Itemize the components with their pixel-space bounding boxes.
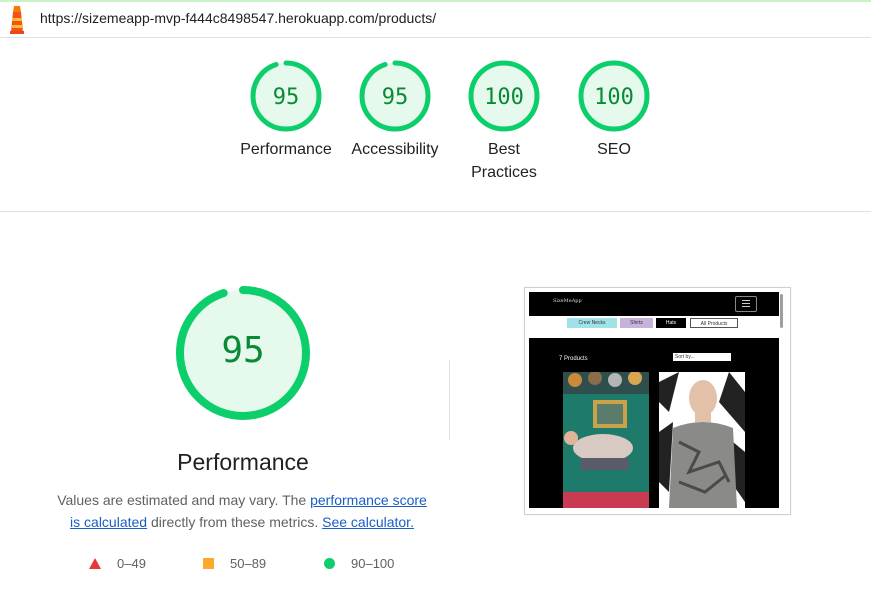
performance-score: 95 xyxy=(221,330,264,371)
hamburger-icon xyxy=(735,296,757,312)
gauge-accessibility[interactable]: 95 Accessibility xyxy=(347,58,443,161)
page-url[interactable]: https://sizemeapp-mvp-f444c8498547.herok… xyxy=(40,10,436,26)
gauge-score: 95 xyxy=(273,85,300,110)
gauge-label: SEO xyxy=(597,141,631,158)
square-icon xyxy=(203,558,214,569)
performance-gauge-large: 95 xyxy=(173,283,313,423)
performance-title: Performance xyxy=(177,449,309,475)
filter-all-products: All Products xyxy=(690,318,738,328)
section-divider xyxy=(0,211,871,212)
screenshot-navbar: SizeMeApp xyxy=(529,292,779,316)
performance-description: Values are estimated and may vary. The p… xyxy=(52,489,432,533)
gauge-performance[interactable]: 95 Performance xyxy=(238,58,334,161)
gauge-seo[interactable]: 100 SEO xyxy=(566,58,662,161)
lighthouse-icon xyxy=(10,6,24,34)
desc-text: directly from these metrics. xyxy=(147,514,323,530)
legend-label: 0–49 xyxy=(117,556,146,571)
legend-fail: 0–49 xyxy=(89,556,146,571)
triangle-icon xyxy=(89,558,101,569)
gauge-label: Performance xyxy=(240,141,332,158)
screenshot-scrollbar xyxy=(780,294,783,328)
gauge-best-practices[interactable]: 100 Best Practices xyxy=(456,58,552,184)
legend-pass: 90–100 xyxy=(324,556,394,571)
gauge-score: 100 xyxy=(594,85,634,110)
legend-average: 50–89 xyxy=(203,556,266,571)
legend-label: 90–100 xyxy=(351,556,395,571)
gauge-label: Accessibility xyxy=(351,141,439,158)
final-screenshot[interactable]: SizeMeApp Crew Necks Shirts Hats All Pro… xyxy=(524,287,791,515)
product-image-2 xyxy=(659,372,745,508)
product-image-1 xyxy=(563,372,649,508)
product-count: 7 Products xyxy=(559,356,588,362)
desc-text: Values are estimated and may vary. The xyxy=(57,492,311,508)
url-bar: https://sizemeapp-mvp-f444c8498547.herok… xyxy=(0,2,871,38)
gauge-score: 100 xyxy=(484,85,524,110)
filter-hats: Hats xyxy=(656,318,686,328)
see-calculator-link[interactable]: See calculator. xyxy=(322,514,414,530)
circle-icon xyxy=(324,558,335,569)
sort-select: Sort by... xyxy=(673,353,731,361)
filter-shirts: Shirts xyxy=(620,318,653,328)
screenshot-brand: SizeMeApp xyxy=(553,298,582,304)
gauge-label: Best Practices xyxy=(471,141,537,181)
gauge-score: 95 xyxy=(382,85,409,110)
vertical-divider xyxy=(449,360,450,440)
legend-label: 50–89 xyxy=(230,556,267,571)
filter-crew-necks: Crew Necks xyxy=(567,318,617,328)
